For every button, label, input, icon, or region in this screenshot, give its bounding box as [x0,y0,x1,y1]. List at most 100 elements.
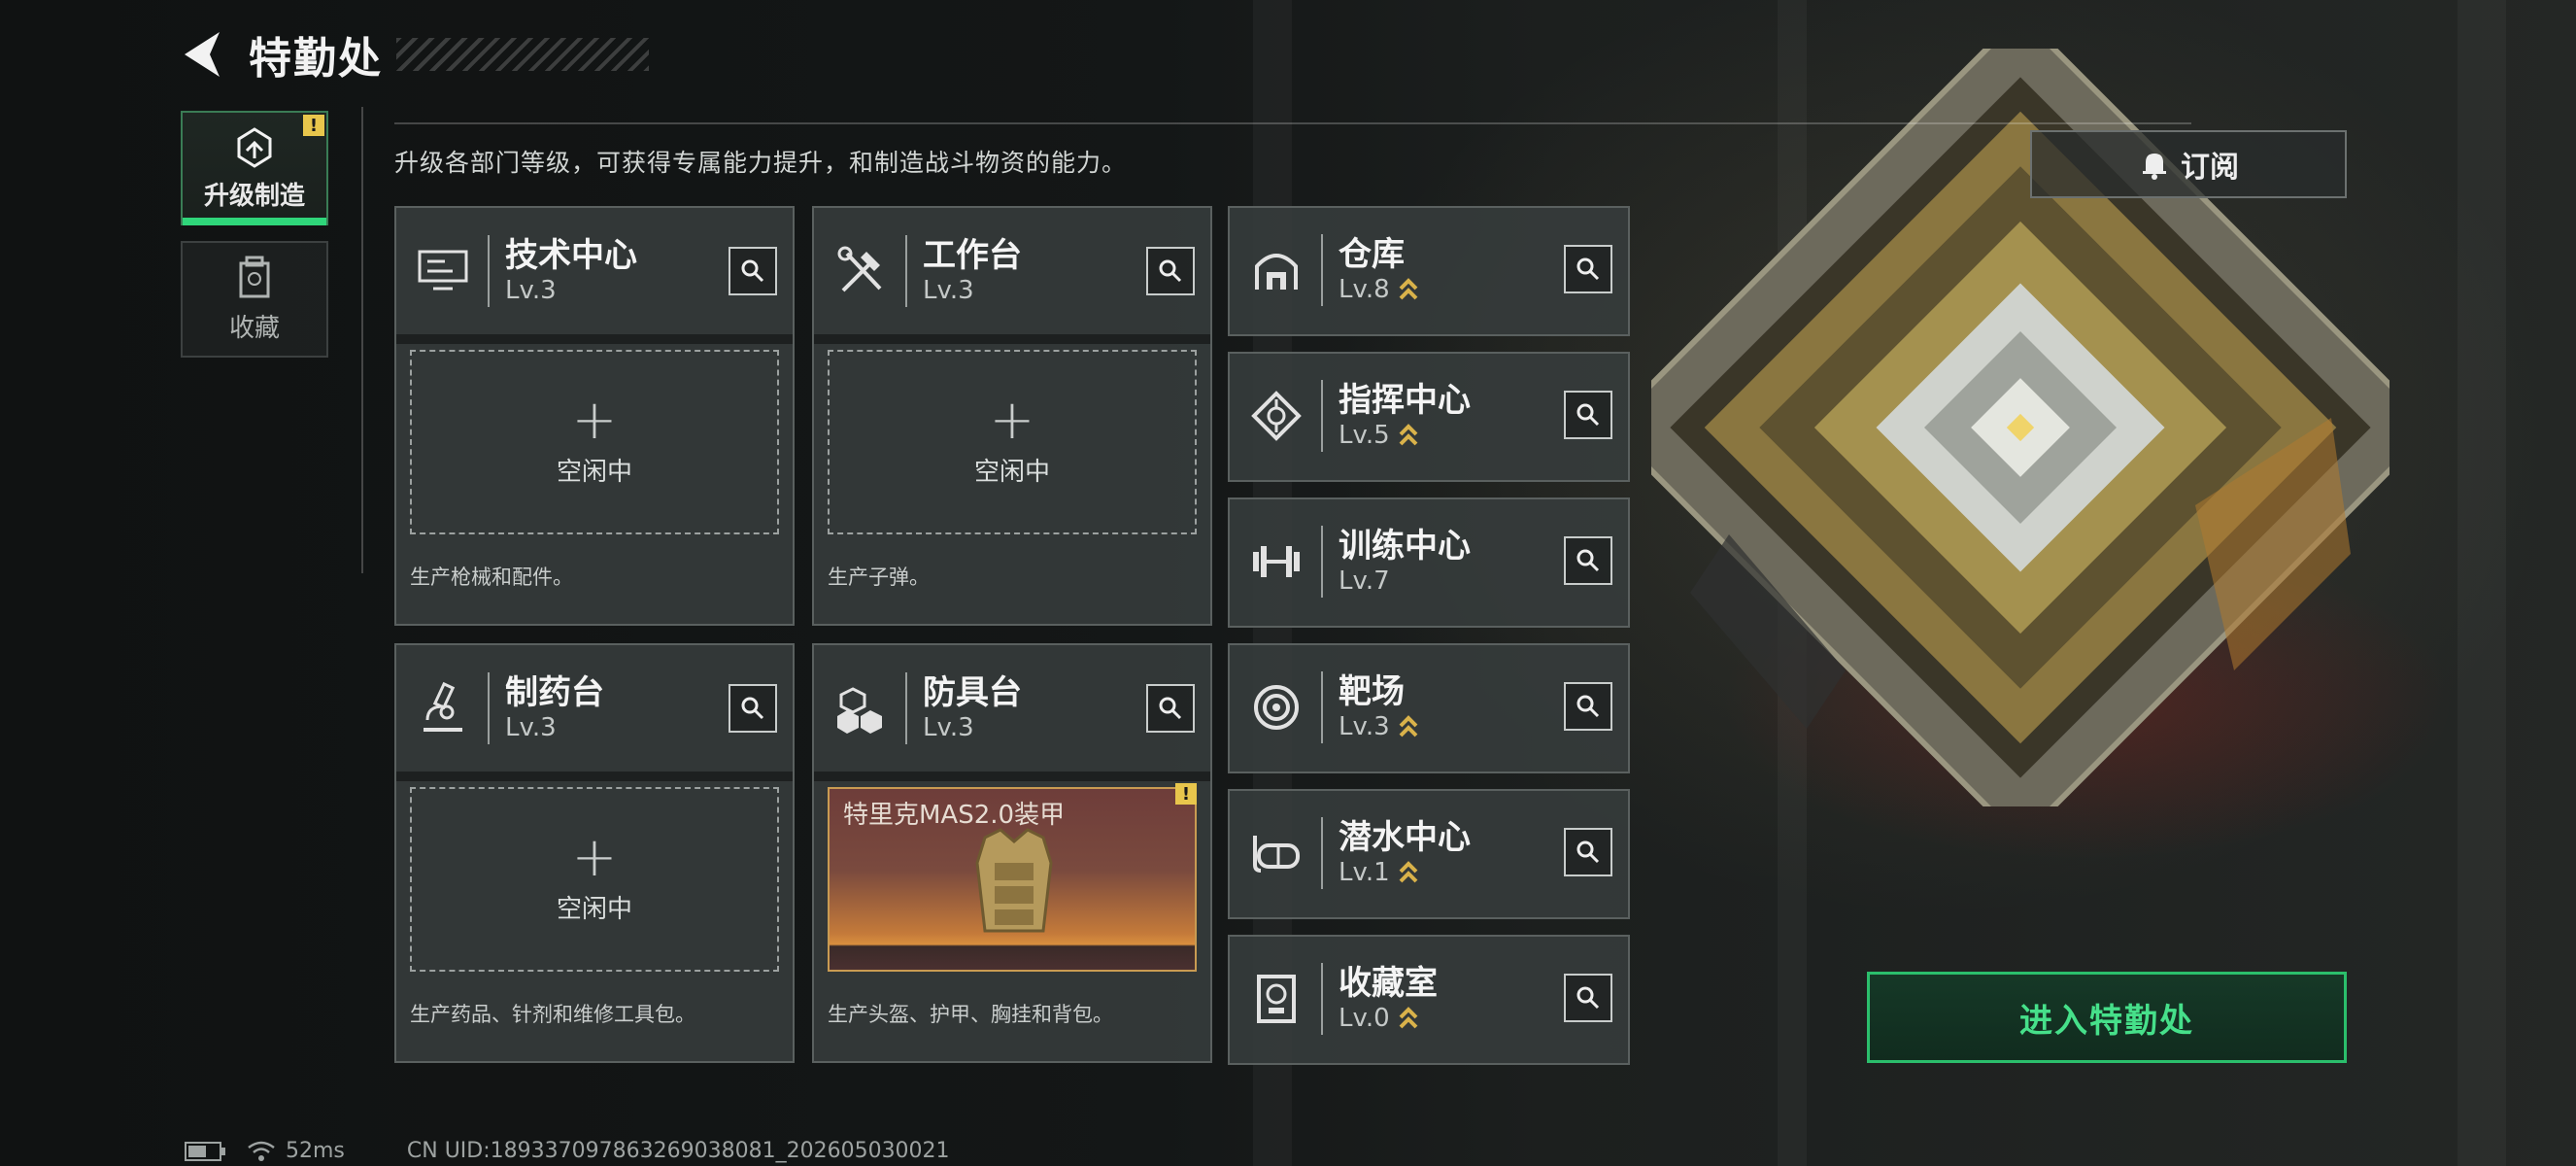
dept-level: Lv.5 [1339,421,1390,450]
dept-card-1[interactable]: 仓库 Lv.8 [1228,206,1630,336]
boxes-icon [830,677,892,739]
slot-status: 空闲中 [556,894,632,924]
enter-button-label: 进入特勤处 [2019,1001,2194,1041]
dept-name: 仓库 [1339,235,1405,274]
production-slot[interactable]: + 空闲中 [828,350,1197,534]
dept-card-4[interactable]: 靶场 Lv.3 [1228,643,1630,773]
dept-card-5[interactable]: 潜水中心 Lv.1 [1228,789,1630,919]
dept-level: Lv.3 [923,713,974,742]
dept-level-row: Lv.0 [1339,1003,1438,1034]
inspect-button[interactable] [1564,974,1612,1022]
title-decoration [396,38,649,71]
production-slot[interactable]: + 空闲中 [410,350,779,534]
production-slot-armor[interactable]: 特里克MAS2.0装甲 [828,787,1197,972]
card-divider [1321,671,1323,743]
ping-value: 52ms [286,1139,345,1163]
dept-level: Lv.3 [1339,712,1390,741]
card-divider [1321,963,1323,1035]
search-icon [741,697,764,720]
search-icon [1576,257,1600,281]
nav-tab-upgrade[interactable]: 升级制造 ! [181,111,328,225]
upgrade-icon [237,126,272,168]
active-tab-indicator [183,218,326,225]
page-description: 升级各部门等级，可获得专属能力提升，和制造战斗物资的能力。 [394,149,1128,177]
dept-card-armor-bench[interactable]: 防具台 Lv.3 特里克MAS2.0装甲 ! 生产头盔、护甲、胸挂和背包。 [812,643,1212,1063]
dept-level: Lv.3 [923,276,974,305]
production-slot[interactable]: + 空闲中 [410,787,779,972]
dept-name: 防具台 [923,673,1022,712]
card-separator [814,334,1210,344]
search-icon [1576,403,1600,427]
warehouse-icon [1245,239,1307,301]
divider-line [361,107,363,573]
dept-level-row: Lv.5 [1339,420,1471,451]
dept-level: Lv.3 [505,276,557,305]
card-divider [1321,234,1323,306]
dept-name: 潜水中心 [1339,818,1471,857]
collection-icon [239,256,270,297]
inspect-button[interactable] [1564,828,1612,876]
upgrade-available-icon [1398,277,1419,302]
inspect-button[interactable] [1146,247,1195,295]
add-icon: + [571,388,618,452]
upgrade-available-icon [1398,423,1419,448]
nav-tab-collection-label: 收藏 [228,313,280,343]
search-icon [1159,259,1182,283]
alert-badge: ! [1175,783,1197,805]
page-header: 特勤处 [175,21,649,87]
card-divider [905,672,907,744]
slot-status: 空闲中 [556,457,632,487]
wifi-icon [248,1141,275,1161]
dept-name: 训练中心 [1339,527,1471,566]
card-separator [396,772,793,781]
battery-icon [185,1141,225,1161]
dept-card-6[interactable]: 收藏室 Lv.0 [1228,935,1630,1065]
card-separator [814,772,1210,781]
dept-name: 技术中心 [505,236,637,275]
nav-tab-collection[interactable]: 收藏 [181,241,328,358]
dept-description: 生产药品、针剂和维修工具包。 [410,1003,695,1026]
inspect-button[interactable] [1146,684,1195,733]
upgrade-available-icon [1398,1006,1419,1031]
search-icon [1576,549,1600,572]
chip-icon [1245,385,1307,447]
dept-level: Lv.7 [1339,566,1390,596]
add-icon: + [571,825,618,889]
inspect-button[interactable] [729,684,777,733]
inspect-button[interactable] [1564,391,1612,439]
dept-name: 工作台 [923,236,1022,275]
inspect-button[interactable] [1564,245,1612,293]
tools-icon [830,240,892,302]
trophy-icon [1245,968,1307,1030]
alert-badge: ! [303,115,324,136]
dept-card-workbench[interactable]: 工作台 Lv.3 + 空闲中 生产子弹。 [812,206,1212,626]
dept-name: 制药台 [505,673,604,712]
dept-level-row: Lv.8 [1339,274,1419,305]
enter-special-ops-button[interactable]: 进入特勤处 [1867,972,2347,1063]
card-divider [1321,380,1323,452]
card-divider [905,235,907,307]
inspect-button[interactable] [729,247,777,295]
inspect-button[interactable] [1564,536,1612,585]
inspect-button[interactable] [1564,682,1612,731]
dept-card-3[interactable]: 训练中心 Lv.7 [1228,497,1630,628]
player-uid: CN UID:1893370978632690380​81_2026050300… [406,1139,950,1163]
page-title: 特勤处 [249,34,383,84]
search-icon [741,259,764,283]
card-divider [488,672,490,744]
bell-icon [2143,154,2166,180]
divider-line [394,122,2191,124]
dept-level: Lv.8 [1339,275,1390,304]
card-separator [396,334,793,344]
dept-card-2[interactable]: 指挥中心 Lv.5 [1228,352,1630,482]
armor-vest-icon [975,828,1053,933]
subscribe-label: 订阅 [2181,151,2239,185]
dept-description: 生产头盔、护甲、胸挂和背包。 [828,1003,1113,1026]
subscribe-button[interactable]: 订阅 [2030,130,2347,198]
dept-card-pharmacy[interactable]: 制药台 Lv.3 + 空闲中 生产药品、针剂和维修工具包。 [394,643,795,1063]
back-button[interactable] [175,27,229,82]
card-divider [1321,526,1323,598]
dept-card-tech-center[interactable]: 技术中心 Lv.3 + 空闲中 生产枪械和配件。 [394,206,795,626]
card-divider [488,235,490,307]
card-divider [1321,817,1323,889]
